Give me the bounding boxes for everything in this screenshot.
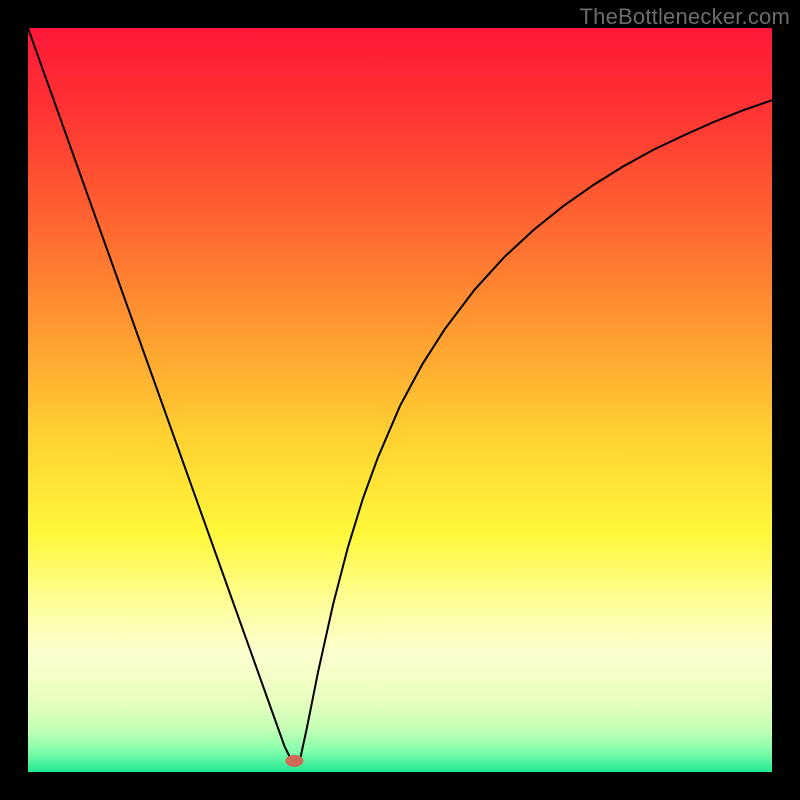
optimum-marker xyxy=(285,755,303,767)
bottleneck-chart xyxy=(28,28,772,772)
watermark: TheBottlenecker.com xyxy=(580,4,790,30)
chart-background xyxy=(28,28,772,772)
